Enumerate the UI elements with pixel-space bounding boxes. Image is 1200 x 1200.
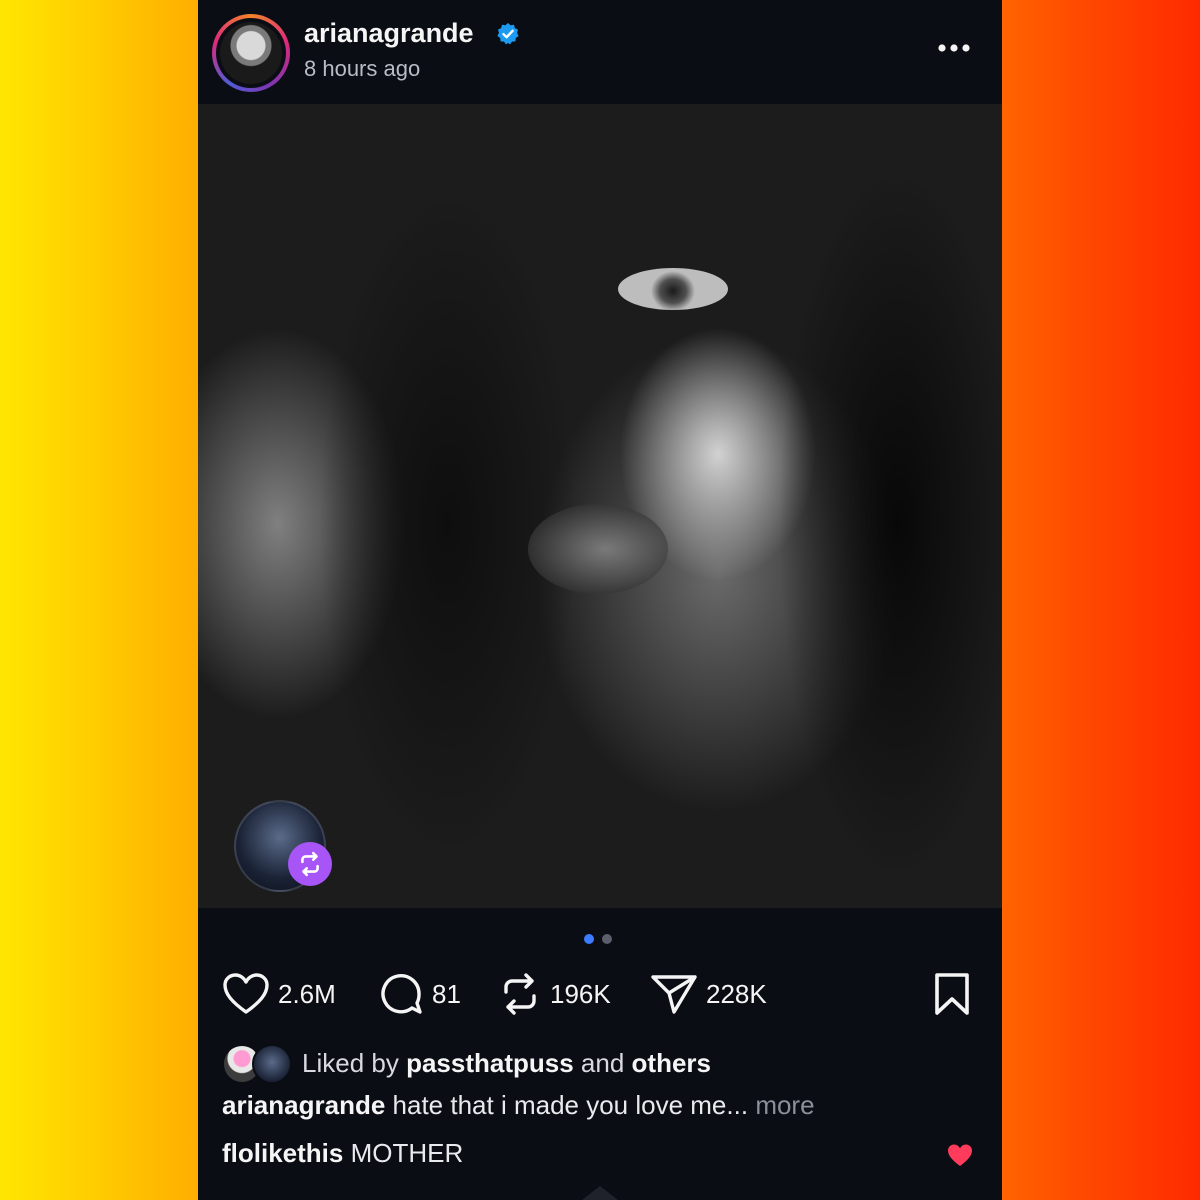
caption-username[interactable]: arianagrande	[222, 1090, 385, 1120]
post-username[interactable]: arianagrande	[304, 18, 474, 49]
post-card: arianagrande 8 hours ago 2.6M 81 196K 22…	[198, 0, 1002, 1200]
repost-count: 196K	[550, 978, 611, 1009]
likes-others-link[interactable]: others	[632, 1048, 711, 1078]
heart-icon	[223, 973, 269, 1014]
repost-button[interactable]: 196K	[498, 968, 611, 1020]
avatar[interactable]	[220, 22, 282, 84]
send-icon	[651, 975, 697, 1014]
action-bar: 2.6M 81 196K 228K	[198, 968, 1002, 1020]
carousel-dot[interactable]	[602, 934, 612, 944]
top-comment: flolikethis MOTHER	[222, 1138, 463, 1169]
liker-username[interactable]: passthatpuss	[406, 1048, 574, 1078]
post-caption: arianagrande hate that i made you love m…	[222, 1090, 815, 1121]
share-button[interactable]: 228K	[650, 968, 767, 1020]
carousel-dot-active[interactable]	[584, 934, 594, 944]
liked-by-text: Liked by passthatpuss and others	[302, 1048, 712, 1078]
comment-button[interactable]: 81	[378, 968, 461, 1020]
repost-badge[interactable]	[288, 842, 332, 886]
like-button[interactable]: 2.6M	[222, 968, 336, 1020]
verified-badge-icon	[497, 23, 519, 45]
bookmark-icon[interactable]	[934, 972, 970, 1016]
caption-text: hate that i made you love me...	[392, 1090, 749, 1120]
chevron-up-icon[interactable]	[578, 1184, 622, 1200]
post-header: arianagrande 8 hours ago	[198, 0, 1002, 104]
comment-icon	[381, 974, 422, 1014]
liker-avatar	[252, 1044, 292, 1084]
comment-username[interactable]: flolikethis	[222, 1138, 343, 1168]
more-options-icon[interactable]	[934, 38, 974, 58]
post-timestamp: 8 hours ago	[304, 56, 421, 81]
carousel-indicator	[584, 934, 616, 944]
repost-icon	[504, 973, 536, 1015]
comment-like-icon[interactable]	[946, 1142, 974, 1168]
comment-count: 81	[432, 978, 461, 1009]
comment-text: MOTHER	[350, 1138, 464, 1168]
like-count: 2.6M	[278, 978, 336, 1009]
story-ring[interactable]	[212, 14, 290, 92]
repost-icon	[301, 851, 319, 877]
liked-by-row[interactable]: Liked by passthatpuss and others	[222, 1044, 982, 1084]
share-count: 228K	[706, 978, 767, 1009]
post-image[interactable]	[198, 104, 1002, 908]
caption-more-link[interactable]: more	[755, 1090, 814, 1120]
